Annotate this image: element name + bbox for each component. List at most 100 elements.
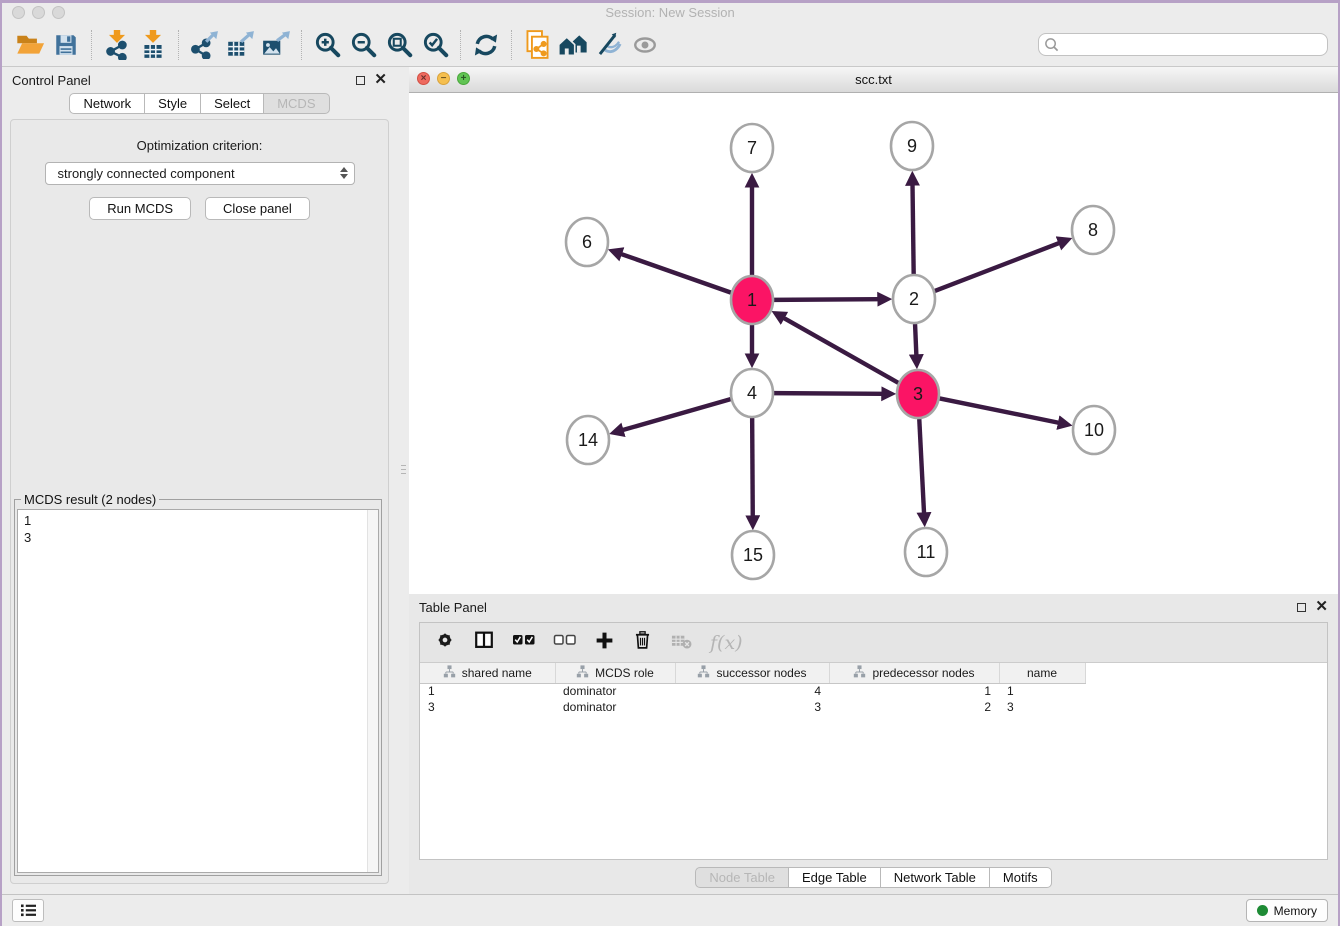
mcds-panel: Optimization criterion: strongly connect… [10,119,389,884]
network-minimize-icon[interactable]: − [437,72,450,85]
delete-table-icon [670,630,693,656]
search-input[interactable] [1038,33,1328,56]
graph-node-15[interactable]: 15 [732,531,774,579]
graph-edge-2-3[interactable] [915,324,916,355]
table-cell[interactable]: 4 [675,683,829,699]
column-type-icon [576,665,589,681]
table-cell[interactable]: 3 [999,699,1085,715]
unselect-all-columns-icon[interactable] [553,631,577,654]
table-cell[interactable]: 2 [829,699,999,715]
table-cell[interactable]: 3 [675,699,829,715]
column-type-icon [443,665,456,681]
graph-node-2[interactable]: 2 [893,275,935,323]
show-task-history-button[interactable] [12,899,44,922]
table-cell[interactable]: 1 [829,683,999,699]
tab-node-table[interactable]: Node Table [695,867,789,888]
column-header-shared-name[interactable]: shared name [420,663,555,683]
network-maximize-icon[interactable]: + [457,72,470,85]
run-mcds-button[interactable]: Run MCDS [89,197,191,220]
graph-edge-4-14[interactable] [623,399,731,430]
delete-columns-trash-icon[interactable] [632,629,653,656]
table-browser-tabs: Node TableEdge TableNetwork TableMotifs [409,860,1338,894]
graph-node-label: 4 [747,383,757,403]
network-canvas[interactable]: 1 2 3 4 6 7 8 9 10 11 14 15 [409,93,1338,594]
import-network-icon[interactable] [99,27,135,63]
tab-select[interactable]: Select [201,93,264,114]
close-panel-button[interactable]: Close panel [205,197,310,220]
table-row[interactable]: 1dominator411 [420,683,1085,699]
graph-node-14[interactable]: 14 [567,416,609,464]
export-network-icon[interactable] [186,27,222,63]
tab-edge-table[interactable]: Edge Table [789,867,881,888]
search-icon [1044,37,1059,52]
zoom-fit-icon[interactable] [381,27,417,63]
status-bar: Memory [2,894,1338,926]
graph-edge-3-10[interactable] [940,398,1059,422]
table-cell[interactable]: 3 [420,699,555,715]
graph-edge-3-1[interactable] [784,318,898,383]
tab-mcds[interactable]: MCDS [264,93,329,114]
column-header-successor-nodes[interactable]: successor nodes [675,663,829,683]
graph-edge-2-8[interactable] [935,243,1059,291]
export-table-icon[interactable] [222,27,258,63]
tab-network[interactable]: Network [69,93,145,114]
control-panel-title: Control Panel [12,73,91,88]
graph-edge-4-3[interactable] [774,393,882,394]
zoom-out-icon[interactable] [345,27,381,63]
save-session-icon[interactable] [48,27,84,63]
zoom-in-icon[interactable] [309,27,345,63]
graph-edge-2-9[interactable] [913,185,914,274]
hide-selected-icon[interactable] [591,27,627,63]
float-panel-icon[interactable] [356,76,365,85]
graph-edge-3-11[interactable] [919,419,924,513]
table-cell[interactable]: dominator [555,683,675,699]
column-header-name[interactable]: name [999,663,1085,683]
graph-node-8[interactable]: 8 [1072,206,1114,254]
mcds-result-text-area[interactable]: 1 3 [17,509,379,873]
open-file-icon[interactable] [12,27,48,63]
export-image-icon[interactable] [258,27,294,63]
graph-node-11[interactable]: 11 [905,528,947,576]
close-panel-icon[interactable]: ✕ [374,75,387,85]
close-table-panel-icon[interactable]: ✕ [1315,602,1328,612]
tab-network-table[interactable]: Network Table [881,867,990,888]
graph-edge-1-6[interactable] [621,254,731,293]
tab-style[interactable]: Style [145,93,201,114]
table-row[interactable]: 3dominator323 [420,699,1085,715]
graph-edge-1-2[interactable] [774,299,878,300]
graph-node-7[interactable]: 7 [731,124,773,172]
graph-node-6[interactable]: 6 [566,218,608,266]
graph-node-1[interactable]: 1 [731,276,773,324]
apply-layout-icon[interactable] [468,27,504,63]
search-box [1038,33,1328,56]
graph-edge-4-15[interactable] [752,418,753,516]
import-table-icon[interactable] [135,27,171,63]
create-new-column-icon[interactable] [594,630,615,656]
memory-button[interactable]: Memory [1246,899,1328,922]
graph-node-4[interactable]: 4 [731,369,773,417]
network-close-icon[interactable]: × [417,72,430,85]
graph-node-9[interactable]: 9 [891,122,933,170]
column-header-predecessor-nodes[interactable]: predecessor nodes [829,663,999,683]
float-table-panel-icon[interactable] [1297,603,1306,612]
graph-node-3[interactable]: 3 [897,370,939,418]
show-all-icon[interactable] [627,27,663,63]
mcds-result-title: MCDS result (2 nodes) [21,492,159,507]
mcds-result-group: MCDS result (2 nodes) 1 3 [14,492,382,876]
zoom-selected-icon[interactable] [417,27,453,63]
task-list-icon [20,903,37,918]
select-all-columns-icon[interactable] [512,631,536,654]
table-cell[interactable]: 1 [420,683,555,699]
table-options-gear-icon[interactable] [434,629,456,656]
window-title: Session: New Session [2,5,1338,20]
vertical-splitter-grip[interactable] [401,465,406,483]
new-network-from-selection-icon[interactable] [519,27,555,63]
show-column-icon[interactable] [473,629,495,656]
optimization-criterion-select[interactable]: strongly connected component [45,162,355,185]
graph-node-10[interactable]: 10 [1073,406,1115,454]
tab-motifs[interactable]: Motifs [990,867,1052,888]
table-cell[interactable]: dominator [555,699,675,715]
table-cell[interactable]: 1 [999,683,1085,699]
first-neighbors-icon[interactable] [555,27,591,63]
column-header-MCDS-role[interactable]: MCDS role [555,663,675,683]
